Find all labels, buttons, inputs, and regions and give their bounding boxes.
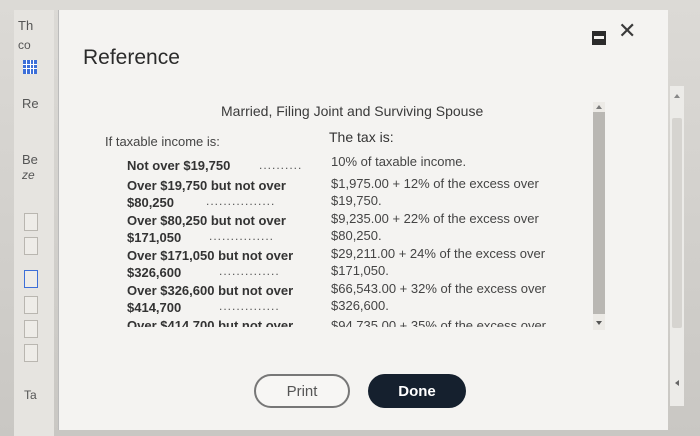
income-condition: Over $414,700 but not over xyxy=(127,318,294,327)
background-checkbox[interactable] xyxy=(24,344,38,362)
tax-formula: $29,211.00 + 24% of the excess over $171,… xyxy=(331,246,546,278)
background-checkbox[interactable] xyxy=(24,296,38,314)
column-header-income: If taxable income is: xyxy=(105,134,220,149)
leader-dots: ................ xyxy=(206,194,276,208)
minimize-icon[interactable] xyxy=(592,31,606,45)
scroll-up-arrow-icon[interactable] xyxy=(596,105,602,109)
scroll-down-arrow-icon[interactable] xyxy=(596,321,602,325)
print-button[interactable]: Print xyxy=(254,374,350,408)
background-text-th: Th xyxy=(18,18,34,33)
income-condition: Over $326,600 but not over $414,700 xyxy=(127,283,294,315)
tax-formula: $94,735.00 + 35% of the excess over xyxy=(331,318,547,327)
table-row: Over $80,250 but not over $171,050 ......… xyxy=(59,211,589,246)
background-text-ze: ze xyxy=(22,168,35,182)
page-scroll-thumb[interactable] xyxy=(672,118,682,328)
tax-formula: $1,975.00 + 12% of the excess over $19,75… xyxy=(331,176,539,208)
income-condition: Over $171,050 but not over $326,600 xyxy=(127,248,294,280)
tax-formula: $66,543.00 + 32% of the excess over $326,… xyxy=(331,281,547,313)
background-text-co: co xyxy=(18,38,31,52)
table-title: Married, Filing Joint and Surviving Spou… xyxy=(221,103,484,119)
background-checkbox[interactable] xyxy=(24,270,38,288)
page-scroll-left-arrow-icon[interactable] xyxy=(675,380,679,386)
reference-dialog: Reference ✕ Married, Filing Joint and Su… xyxy=(58,10,668,430)
dialog-title: Reference xyxy=(83,46,180,69)
background-text-be: Be xyxy=(22,152,38,167)
table-row: Over $171,050 but not over $326,600 .....… xyxy=(59,246,589,281)
background-checkbox[interactable] xyxy=(24,237,38,255)
table-row: Over $414,700 but not over $94,735.00 + … xyxy=(59,317,589,327)
background-text-re: Re xyxy=(22,96,39,111)
done-button[interactable]: Done xyxy=(368,374,466,408)
table-scroll-thumb[interactable] xyxy=(593,112,605,314)
table-row: Over $326,600 but not over $414,700 .....… xyxy=(59,281,589,316)
tax-formula: $9,235.00 + 22% of the excess over $80,25… xyxy=(331,211,539,243)
tax-formula: 10% of taxable income. xyxy=(331,155,467,169)
grid-icon[interactable] xyxy=(23,60,37,74)
background-text-ta: Ta xyxy=(24,388,37,402)
page-scroll-up-arrow-icon[interactable] xyxy=(674,94,680,98)
background-checkbox[interactable] xyxy=(24,213,38,231)
leader-dots: .......... xyxy=(259,158,303,172)
leader-dots: .............. xyxy=(219,264,280,278)
leader-dots: .............. xyxy=(219,299,280,313)
leader-dots: ............... xyxy=(209,229,275,243)
background-checkbox[interactable] xyxy=(24,320,38,338)
column-header-tax: The tax is: xyxy=(329,129,394,145)
tax-table: Not over $19,750 .......... 10% of taxab… xyxy=(59,155,589,327)
close-icon[interactable]: ✕ xyxy=(618,20,636,42)
table-row: Over $19,750 but not over $80,250 .......… xyxy=(59,176,589,211)
